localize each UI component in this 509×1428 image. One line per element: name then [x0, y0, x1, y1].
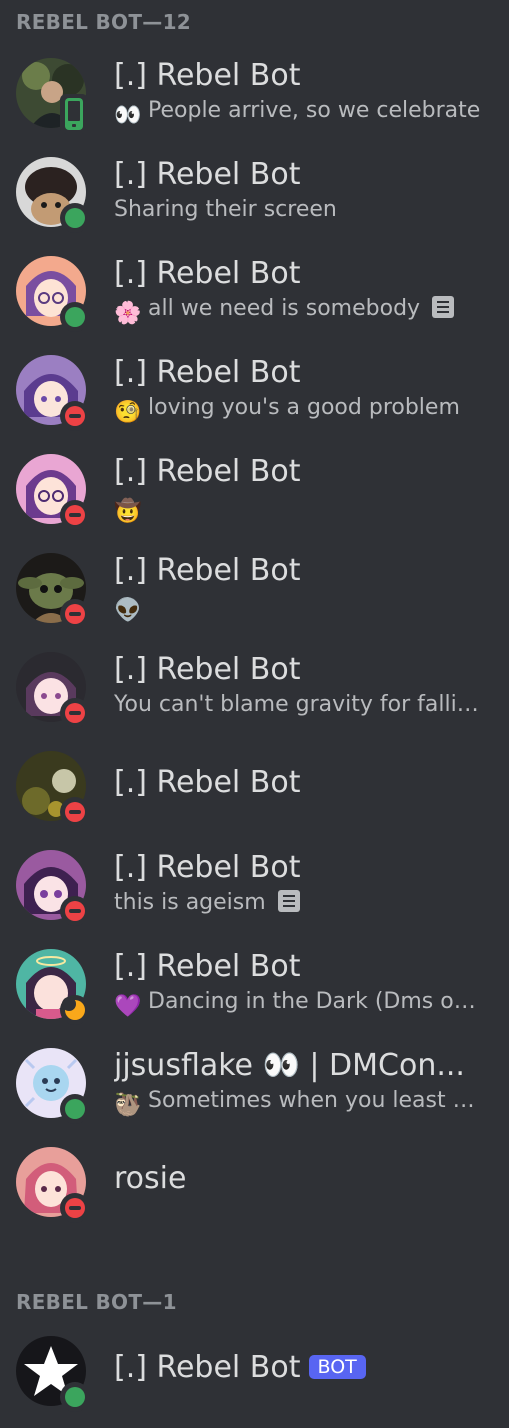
purple-heart-emoji: 💜 — [114, 994, 142, 1019]
member-name: [.] Rebel Bot — [114, 355, 301, 390]
eyes-emoji: 👀 — [114, 103, 142, 128]
member-row[interactable]: rosie — [0, 1147, 509, 1239]
member-name: rosie — [114, 1161, 187, 1196]
custom-status: 👽 — [114, 593, 148, 624]
member-row[interactable]: jjsusflake 👀 | DMCon... 🦥 Sometimes when … — [0, 1048, 509, 1140]
activity-text: You can't blame gravity for falling in l… — [114, 692, 482, 717]
cherry-blossom-emoji: 🌸 — [114, 301, 142, 326]
activity-text: loving you's a good problem — [148, 395, 460, 420]
activity-text: all we need is somebody — [148, 296, 421, 321]
custom-status: Sharing their screen — [114, 197, 337, 222]
member-row[interactable]: [.] Rebel Bot Sharing their screen — [0, 157, 509, 249]
custom-status: 🦥Sometimes when you least expect it — [114, 1088, 482, 1119]
member-name: jjsusflake 👀 | DMCon... — [114, 1048, 465, 1083]
member-row[interactable]: [.] Rebel Bot You can't blame gravity fo… — [0, 652, 509, 744]
member-row[interactable]: [.] Rebel Bot this is ageism — [0, 850, 509, 942]
member-row[interactable]: [.] Rebel Bot 👀 People arrive, so we cele… — [0, 58, 509, 150]
member-name: [.] Rebel Bot — [114, 1350, 301, 1385]
member-name: [.] Rebel Bot — [114, 850, 301, 885]
yoda-emoji: 👽 — [114, 598, 142, 623]
member-name: [.] Rebel Bot — [114, 652, 301, 687]
note-icon — [432, 296, 455, 318]
status-online-icon — [60, 1094, 90, 1124]
member-row[interactable]: [.] Rebel Bot 🧐 loving you's a good probl… — [0, 355, 509, 447]
monocle-face-emoji: 🧐 — [114, 400, 142, 425]
status-idle-icon — [60, 995, 90, 1025]
member-row[interactable]: [.] Rebel Bot 👽 — [0, 553, 509, 645]
status-dnd-icon — [60, 698, 90, 728]
status-dnd-icon — [60, 797, 90, 827]
bot-tag: BOT — [308, 1355, 366, 1379]
member-name: [.] Rebel Bot — [114, 949, 301, 984]
custom-status: 🌸 all we need is somebody — [114, 296, 455, 327]
member-row[interactable]: [.] Rebel Bot 💜 Dancing in the Dark (Dms … — [0, 949, 509, 1041]
member-row[interactable]: [.] Rebel Bot 🌸 all we need is somebody — [0, 256, 509, 348]
member-row[interactable]: [.] Rebel Bot BOT — [0, 1336, 509, 1428]
activity-text: People arrive, so we celebrate — [148, 98, 481, 123]
member-row[interactable]: [.] Rebel Bot — [0, 751, 509, 843]
section-header-bots: REBEL BOT—1 — [16, 1290, 177, 1314]
custom-status: 🤠 — [114, 494, 148, 525]
activity-text: Dancing in the Dark (Dms open) — [148, 989, 482, 1014]
custom-status: 💜 Dancing in the Dark (Dms open) — [114, 989, 482, 1020]
member-name: [.] Rebel Bot — [114, 765, 301, 800]
status-online-icon — [60, 203, 90, 233]
sloth-emoji: 🦥 — [114, 1093, 142, 1118]
activity-text: Sometimes when you least expect it — [148, 1088, 482, 1113]
member-name: [.] Rebel Bot — [114, 256, 301, 291]
status-dnd-icon — [60, 500, 90, 530]
member-row[interactable]: [.] Rebel Bot 🤠 — [0, 454, 509, 546]
member-name: [.] Rebel Bot — [114, 157, 301, 192]
member-name: [.] Rebel Bot — [114, 553, 301, 588]
custom-status: 👀 People arrive, so we celebrate — [114, 98, 480, 129]
section-header-online: REBEL BOT—12 — [16, 10, 191, 34]
status-mobile-icon — [60, 94, 88, 134]
status-dnd-icon — [60, 896, 90, 926]
cowboy-emoji: 🤠 — [114, 499, 142, 524]
activity-text: Sharing their screen — [114, 197, 337, 222]
custom-status: this is ageism — [114, 890, 300, 915]
activity-text: this is ageism — [114, 890, 266, 915]
member-name: [.] Rebel Bot — [114, 58, 301, 93]
status-dnd-icon — [60, 599, 90, 629]
member-name-row: [.] Rebel Bot BOT — [114, 1350, 484, 1385]
status-dnd-icon — [60, 1193, 90, 1223]
custom-status: 🧐 loving you's a good problem — [114, 395, 460, 426]
status-online-icon — [60, 1382, 90, 1412]
custom-status: You can't blame gravity for falling in l… — [114, 692, 482, 717]
member-name: [.] Rebel Bot — [114, 454, 301, 489]
status-dnd-icon — [60, 401, 90, 431]
status-online-icon — [60, 302, 90, 332]
note-icon — [277, 890, 300, 912]
